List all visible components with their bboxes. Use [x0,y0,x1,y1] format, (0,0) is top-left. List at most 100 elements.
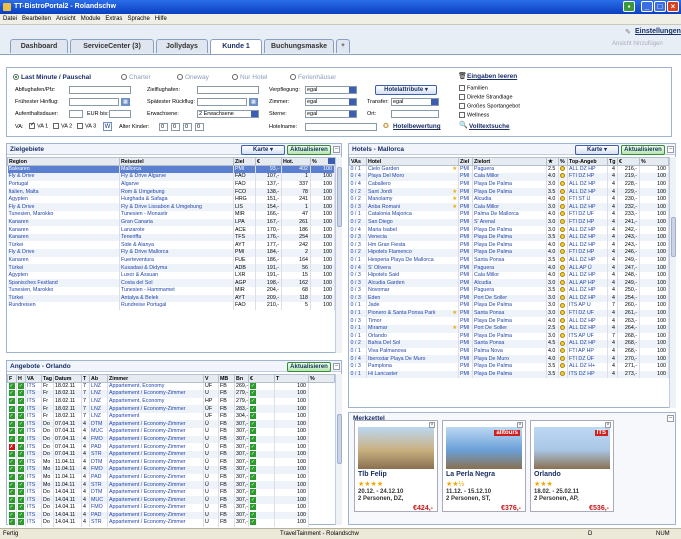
merkzettel-card[interactable]: alltours × La Perla Negra ★★½ 11.12. - 15.12… [442,420,526,512]
menu-item[interactable]: Datei [3,16,17,22]
table-row[interactable]: 0 / 1 Miramar ★ PMI Port De Soller 2.5 ALL DZ … [349,324,669,333]
card-hotel-name[interactable]: Orlando [534,471,561,478]
column-header[interactable]: Zimmer [107,374,204,383]
table-row[interactable]: 0 / 4 S' Olivera PMI Paguera 4.0 ALL AP Ü 4 247… [349,264,669,272]
table-row[interactable]: ✓ ✓ ITS Do 07.04.11 4 FMO Appartement / Economy… [7,435,335,444]
table-row[interactable]: 0 / 2 Bahia Del Sol PMI Santa Ponsa 4.5 ALL D… [349,340,669,348]
column-header[interactable]: Zielort [472,157,547,166]
table-row[interactable]: Türkei Kusadasi & Didyma ADB 191,- 56 100 [7,264,335,272]
table-row[interactable]: ✓ ✓ ITS Mo 11.04.11 4 FMO Appartement / Economy… [7,466,335,474]
scroll-thumb[interactable] [337,414,342,464]
mode-charter[interactable]: Charter [121,74,151,81]
merkzettel-card[interactable]: × Tlb Felip ★★★★ 20.12. - 24.12.10 2 Persone… [354,420,438,512]
column-header[interactable]: Hotel [366,157,459,166]
karte-button[interactable]: Karte ▾ [241,145,285,155]
feature-sport[interactable]: Großes Sportangebot [459,103,520,109]
column-header[interactable]: Hot. [281,157,311,166]
table-row[interactable]: 0 / 2 Sant Jordi ★ PMI Playa De Palma 3.5 ALL … [349,188,669,196]
table-row[interactable]: Portugal Algarve FAO 137,- 337 100 [7,180,335,189]
table-row[interactable]: ✓ ✓ ITS Do 07.04.11 4 STR Appartement / Economy… [7,450,335,459]
va1-checkbox[interactable]: VA 1 [29,121,48,129]
table-row[interactable]: 0 / 1 Catalonia Majorica PMI Palma De Mallo… [349,211,669,219]
menu-item[interactable]: Ansicht [56,16,76,22]
ziel-input[interactable] [197,86,259,94]
volltextsuche-link[interactable]: Volltextsuche [469,123,509,130]
frueh-input[interactable] [69,98,119,106]
feature-familien[interactable]: Familien [459,85,488,91]
table-row[interactable]: ✓ ✓ ITS Do 14.04.11 4 STR Appartement / Economy… [7,519,335,527]
table-row[interactable]: Italien, Malta Rom & Umgebung FCO 138,- 78 10… [7,188,335,196]
table-row[interactable]: 0 / 1 Hi Lancaster PMI Playa De Palma 3.5 ITS… [349,370,669,379]
collapse-icon[interactable]: – [333,146,340,153]
table-row[interactable]: 0 / 3 Hm Gran Fiesta PMI Playa De Palma 4.0 A… [349,241,669,250]
zimmer-select[interactable]: egal [305,98,357,106]
mode-lastminute[interactable]: Last Minute / Pauschal [13,74,91,81]
table-row[interactable]: Türkei Side & Alanya AYT 177,- 242 100 [7,241,335,250]
table-row[interactable]: 0 / 4 Maria Isabel PMI Playa De Palma 3.0 ALL… [349,226,669,234]
tab-buchungsmaske[interactable]: Buchungsmaske [264,39,334,53]
column-header[interactable]: € [617,157,640,166]
favorite-star-icon[interactable]: ★ [452,196,457,203]
table-row[interactable]: ✓ ✓ ITS Do 14.04.11 4 PAD Appartement / Economy… [7,511,335,520]
table-row[interactable]: Kanaren Teneriffa TFS 176,- 254 100 [7,233,335,242]
menu-item[interactable]: Sprache [127,16,149,22]
column-header[interactable]: Tg [607,157,618,166]
kinder-input-3[interactable]: 0 [183,123,192,131]
column-header[interactable]: Reiseziel [119,157,234,166]
transfer-select[interactable]: egal [391,98,439,106]
table-row[interactable]: 0 / 2 Manolamy ★ PMI Alcudia 4.0 FTI ST Ü 4 230,… [349,195,669,204]
table-row[interactable]: 0 / 3 Timor PMI Playa De Palma 4.0 ALL DZ HP 4… [349,317,669,325]
tray-icon[interactable]: ▪ [623,1,635,12]
karte-button[interactable]: Karte ▾ [575,145,619,155]
abflug-input[interactable] [69,86,131,94]
table-row[interactable]: 0 / 3 Anba Romani ★ PMI Cala Millor 3.0 ALL DZ… [349,203,669,212]
table-row[interactable]: 0 / 3 Novomar PMI Paguera 3.5 ALL DZ HP 4 250,-… [349,287,669,295]
table-row[interactable]: ✓ ✓ ITS Mo 11.04.11 4 PAD Appartement / Economy… [7,473,335,482]
table-row[interactable]: 0 / 3 Eden PMI Port De Soller 3.0 ALL DZ HP 4 2… [349,294,669,303]
column-header[interactable]: T [274,374,309,383]
hotelname-input[interactable] [305,123,377,131]
scroll-thumb[interactable] [671,217,676,257]
calendar-icon[interactable]: ▦ [249,98,258,106]
column-header[interactable]: ★ [546,157,559,166]
mode-oneway[interactable]: Oneway [177,74,209,81]
favorite-star-icon[interactable]: ★ [452,204,457,211]
table-row[interactable]: 0 / 1 Hesperia Playa De Mallorca PMI Santa … [349,256,669,265]
table-row[interactable]: 0 / 1 Viva Palmanova PMI Palma Nova 4.0 FTI A… [349,347,669,356]
minimize-button[interactable]: _ [641,1,653,12]
table-row[interactable]: 0 / 3 Alcudia Garden PMI Alcudia 3.0 ALL AP H… [349,279,669,287]
table-row[interactable]: ✓ ✓ ITS Do 07.04.11 4 DTM Appartement / Economy… [7,420,335,429]
table-row[interactable]: Fly & Drive Fly & Drive Mallorca PMI 184,- 2… [7,249,335,257]
table-row[interactable]: ✓ ✓ ITS Do 14.04.11 4 DTM Appartement / Economy… [7,488,335,497]
table-row[interactable]: Rundreisen Rundreise Portugal FAO 210,- 5 100 [7,302,335,310]
tab-servicecenter[interactable]: ServiceCenter (3) [70,39,154,53]
collapse-icon[interactable]: – [667,415,674,422]
table-row[interactable]: 0 / 1 Cielo Garden ★ PMI Paguera 2.5 ALL DZ HP… [349,165,669,174]
table-row[interactable]: ✓ ✓ ITS Fr 18.02.11 7 LNZ Appartement ÜF FB 304,- ✓… [7,412,335,421]
column-header[interactable]: Ziel [458,157,473,166]
column-header[interactable]: % [308,374,335,383]
hotelattribute-button[interactable]: Hotelattribute ▾ [375,85,437,95]
column-header[interactable]: % [639,157,669,166]
column-header[interactable]: F [7,374,17,383]
table-row[interactable]: ✗ ✓ ITS Do 07.04.11 4 PAD Appartement / Economy… [7,443,335,451]
column-header[interactable]: Ab [89,374,108,383]
favorite-star-icon[interactable]: ★ [452,325,457,332]
table-row[interactable]: 0 / 4 Iberostar Playa De Muro PMI Playa De … [349,355,669,363]
column-header[interactable]: € [255,157,282,166]
column-header[interactable]: VAs [349,157,367,166]
merkzettel-card[interactable]: ITS × Orlando ★★★ 18.02. - 25.02.11 2 Persone… [530,420,614,512]
table-row[interactable]: Ägypten Hurghada & Safaga HRG 151,- 241 100 [7,195,335,204]
table-row[interactable]: 0 / 4 Playa Del Moro PMI Cala Millor 4.0 FTI … [349,173,669,181]
table-row[interactable]: 0 / 3 Pamplona PMI Playa De Palma 3.5 ALL DZ … [349,362,669,371]
card-hotel-name[interactable]: La Perla Negra [446,471,495,478]
feature-wellness[interactable]: Wellness [459,112,489,118]
table-row[interactable]: Tunesien, Marokko Tunesien - Monastir MIR 1… [7,211,335,219]
mode-ferienhaeuser[interactable]: Ferienhäuser [290,74,336,81]
card-hotel-name[interactable]: Tlb Felip [358,471,387,478]
table-row[interactable]: 0 / 1 Jade PMI Playa De Palma 3.0 ITS AP Ü 7 26… [349,302,669,310]
table-row[interactable]: Kanaren Lanzarote ACE 170,- 186 100 [7,226,335,234]
column-header[interactable]: Bn [234,374,249,383]
table-row[interactable]: Fly & Drive Fly & Drive Lissabon & Umgebu… [7,203,335,212]
column-header[interactable]: MB [218,374,235,383]
